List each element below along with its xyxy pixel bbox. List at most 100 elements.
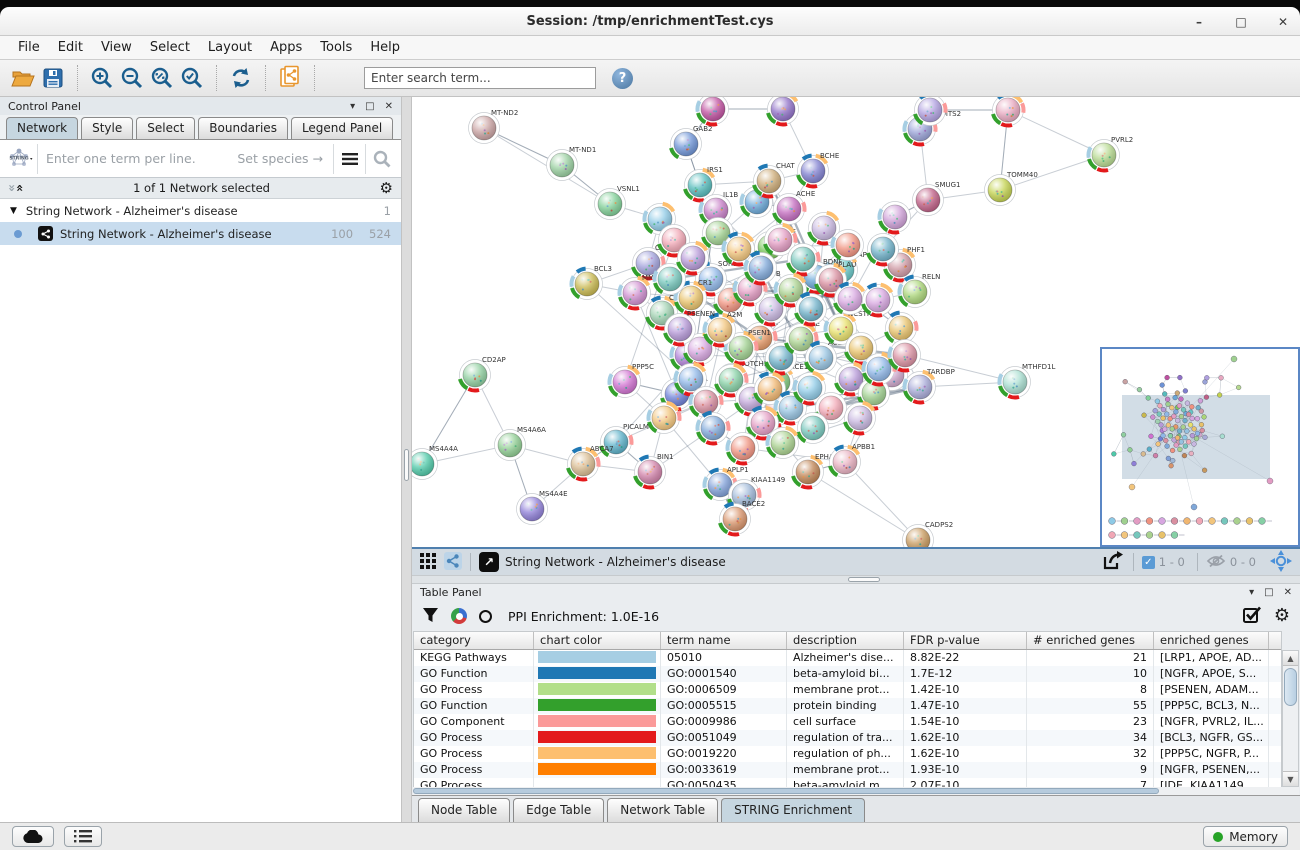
tab-legend-panel[interactable]: Legend Panel xyxy=(291,117,393,139)
network-node[interactable]: VSNL1 xyxy=(595,185,640,220)
tab-network[interactable]: Network xyxy=(6,117,78,139)
network-node[interactable] xyxy=(796,294,827,325)
menu-select[interactable]: Select xyxy=(142,38,198,57)
network-node[interactable] xyxy=(993,97,1024,126)
table-row[interactable]: GO ProcessGO:0033619membrane prot...1.93… xyxy=(414,762,1281,778)
column-header--enriched-genes[interactable]: # enriched genes xyxy=(1027,632,1154,649)
grid-view-icon[interactable] xyxy=(420,553,436,572)
panel-splitter[interactable] xyxy=(402,97,412,822)
network-node[interactable] xyxy=(788,244,819,275)
string-options-button[interactable] xyxy=(333,144,365,174)
task-list-button[interactable] xyxy=(64,826,102,847)
network-node[interactable]: BACE2 xyxy=(720,500,766,535)
network-node[interactable]: APBB1 xyxy=(830,443,876,478)
menu-help[interactable]: Help xyxy=(362,38,408,57)
network-options-gear-icon[interactable]: ⚙ xyxy=(380,181,393,196)
table-row[interactable]: GO FunctionGO:0001540beta-amyloid bi...1… xyxy=(414,666,1281,682)
tab-boundaries[interactable]: Boundaries xyxy=(198,117,288,139)
table-row[interactable]: GO ProcessGO:0051049regulation of tra...… xyxy=(414,730,1281,746)
panel-close-icon[interactable]: ✕ xyxy=(1284,587,1292,598)
scroll-up-arrow[interactable]: ▲ xyxy=(1283,651,1298,666)
string-query-input[interactable] xyxy=(38,151,237,166)
expand-all-icon[interactable]: « xyxy=(13,184,27,192)
scroll-down-arrow[interactable]: ▼ xyxy=(1283,771,1298,786)
column-header-FDR-p-value[interactable]: FDR p-value xyxy=(904,632,1027,649)
network-node[interactable] xyxy=(768,97,799,125)
network-node[interactable] xyxy=(889,340,920,371)
column-header-description[interactable]: description xyxy=(787,632,904,649)
menu-apps[interactable]: Apps xyxy=(262,38,310,57)
tab-node-table[interactable]: Node Table xyxy=(418,798,510,822)
selected-nodes-checkbox-icon[interactable]: ✓ xyxy=(1142,556,1155,569)
maximize-button[interactable]: □ xyxy=(1232,15,1250,29)
hidden-eye-icon[interactable] xyxy=(1206,554,1226,571)
minimize-button[interactable]: – xyxy=(1190,15,1208,29)
draw-charts-icon[interactable] xyxy=(451,608,467,624)
network-node[interactable]: ACHE xyxy=(774,190,816,225)
table-row[interactable]: GO ProcessGO:0019220regulation of ph...1… xyxy=(414,746,1281,762)
navigator-compass-icon[interactable] xyxy=(1270,550,1292,575)
network-node[interactable]: CD2AP xyxy=(460,356,506,391)
menu-edit[interactable]: Edit xyxy=(50,38,91,57)
splitter-handle[interactable] xyxy=(848,577,880,582)
column-header-enriched-genes[interactable]: enriched genes xyxy=(1154,632,1269,649)
network-node[interactable] xyxy=(648,403,679,434)
network-node[interactable] xyxy=(745,253,776,284)
birds-eye-view[interactable] xyxy=(1100,347,1300,547)
network-node[interactable] xyxy=(868,234,899,265)
network-node[interactable]: MS4A4A xyxy=(412,445,458,480)
menu-layout[interactable]: Layout xyxy=(200,38,260,57)
enrichment-settings-gear-icon[interactable]: ⚙ xyxy=(1274,607,1290,625)
network-node[interactable] xyxy=(879,202,910,233)
save-session-button[interactable] xyxy=(38,64,68,92)
table-row[interactable]: GO ProcessGO:0006509membrane prot...1.42… xyxy=(414,682,1281,698)
open-external-icon[interactable]: ↗ xyxy=(479,552,499,572)
close-button[interactable]: ✕ xyxy=(1274,15,1292,29)
help-button[interactable]: ? xyxy=(612,68,633,89)
network-node[interactable]: CHAT xyxy=(754,162,796,197)
scrollbar-thumb[interactable] xyxy=(413,788,1159,794)
select-all-terms-icon[interactable] xyxy=(1243,606,1262,626)
network-node[interactable]: BCL3 xyxy=(571,265,611,300)
zoom-out-button[interactable] xyxy=(117,64,147,92)
cloud-button[interactable] xyxy=(12,826,54,847)
network-node[interactable]: TOMM40 xyxy=(985,171,1038,206)
network-row-selected[interactable]: String Network - Alzheimer's disease 100… xyxy=(0,222,401,245)
network-node[interactable] xyxy=(697,97,728,125)
network-collection-row[interactable]: ▼ String Network - Alzheimer's disease 1 xyxy=(0,199,401,222)
network-node[interactable] xyxy=(678,243,709,274)
splitter-handle[interactable] xyxy=(404,449,409,481)
network-node[interactable] xyxy=(863,285,894,316)
network-node[interactable]: GAB2 xyxy=(671,125,713,160)
table-splitter[interactable] xyxy=(412,575,1300,584)
table-row[interactable]: GO FunctionGO:0005515protein binding1.47… xyxy=(414,698,1281,714)
string-search-button[interactable] xyxy=(365,144,397,174)
vertical-scrollbar[interactable]: ▲ ▼ xyxy=(1282,650,1299,787)
set-species-link[interactable]: Set species → xyxy=(237,151,323,166)
panel-float-icon[interactable]: □ xyxy=(1264,587,1273,598)
column-header-category[interactable]: category xyxy=(414,632,534,649)
network-node[interactable]: MTHFD1L xyxy=(999,363,1055,398)
network-node[interactable]: SMUG1 xyxy=(913,181,961,216)
network-node[interactable] xyxy=(832,230,863,261)
network-node[interactable]: RELN xyxy=(899,273,940,308)
network-node[interactable]: PVRL2 xyxy=(1088,136,1133,171)
panel-menu-icon[interactable]: ▾ xyxy=(1249,587,1254,598)
table-row[interactable]: GO ComponentGO:0009986cell surface1.54E-… xyxy=(414,714,1281,730)
scrollbar-thumb[interactable] xyxy=(1284,668,1297,706)
open-session-button[interactable] xyxy=(8,64,38,92)
horizontal-scrollbar[interactable] xyxy=(413,787,1299,795)
tab-network-table[interactable]: Network Table xyxy=(607,798,718,822)
share-view-icon[interactable] xyxy=(444,552,462,573)
collection-expand-icon[interactable]: ▼ xyxy=(10,206,17,216)
network-node[interactable]: BIN1 xyxy=(635,453,674,488)
network-node[interactable] xyxy=(727,433,758,464)
network-node[interactable] xyxy=(886,313,917,344)
network-node[interactable]: BCHE xyxy=(798,152,840,187)
table-row[interactable]: KEGG Pathways05010Alzheimer's dise...8.8… xyxy=(414,650,1281,666)
export-network-icon[interactable] xyxy=(1101,550,1125,575)
network-node[interactable] xyxy=(835,284,866,315)
menu-file[interactable]: File xyxy=(10,38,48,57)
search-input[interactable] xyxy=(364,67,596,89)
panel-float-icon[interactable]: □ xyxy=(365,101,374,112)
